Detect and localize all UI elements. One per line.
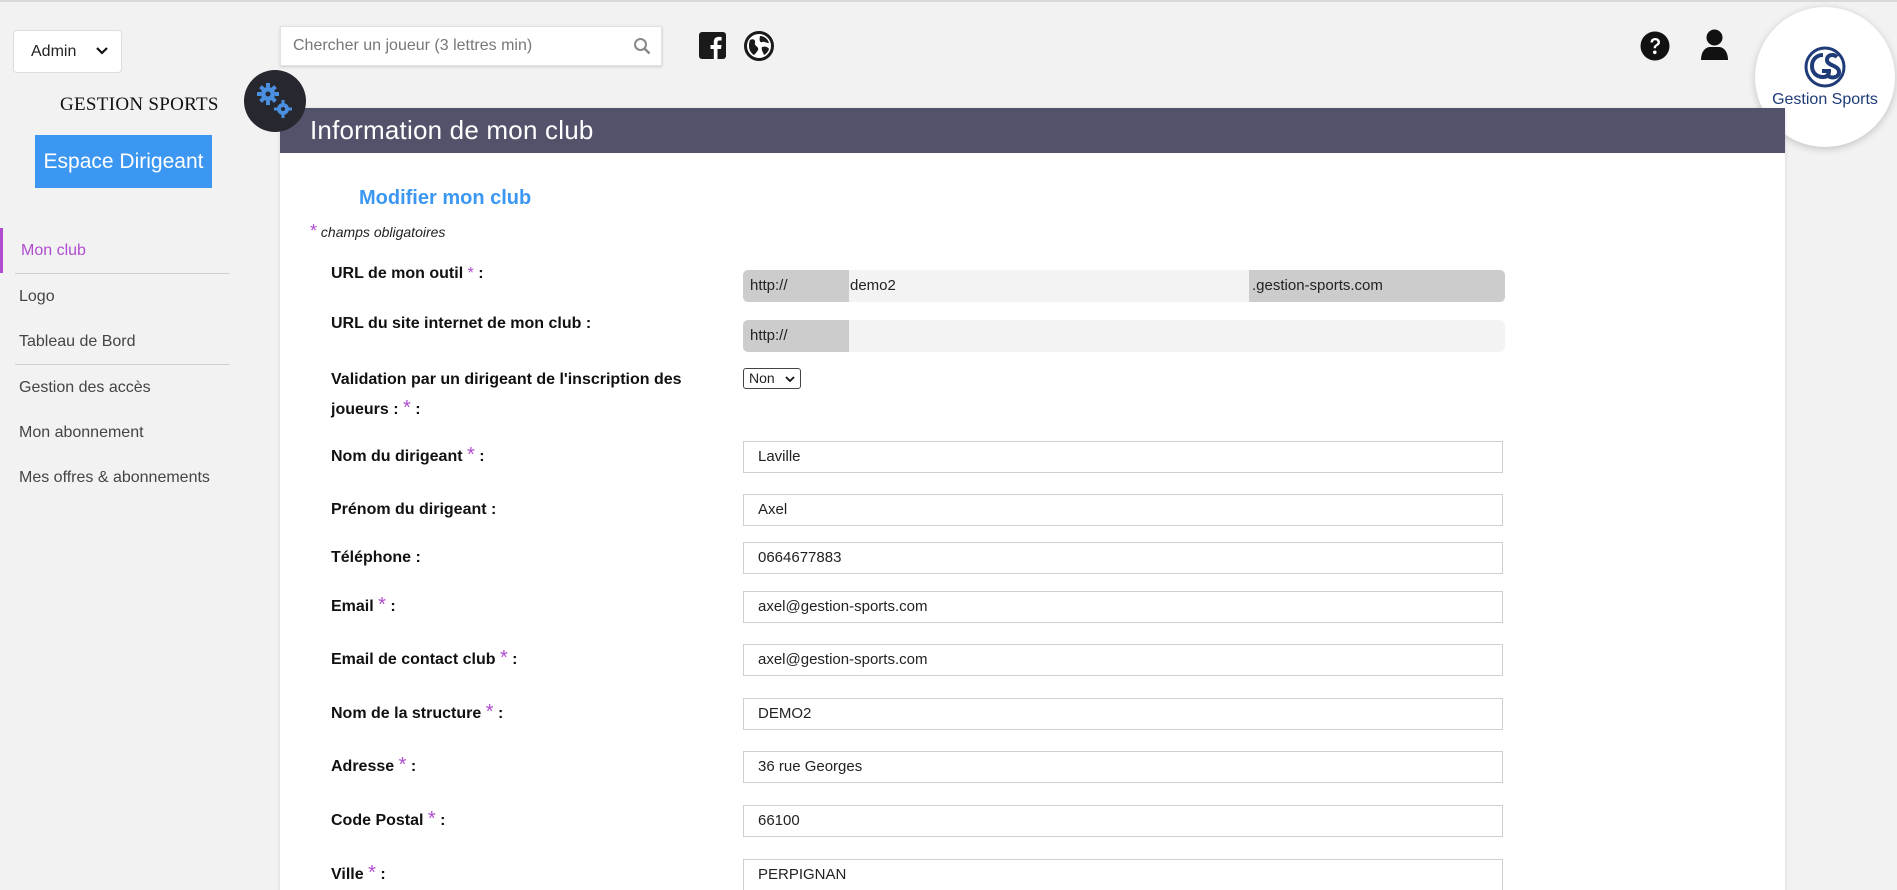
page-title: Information de mon club [280, 108, 1785, 153]
url-suffix: .gestion-sports.com [1249, 270, 1505, 302]
brand-name: GESTION SPORTS [60, 94, 219, 115]
prenom-label: Prénom du dirigeant : [331, 501, 497, 518]
ville-label-text: Ville [331, 866, 364, 883]
chevron-down-icon [95, 44, 109, 61]
nom-label: Nom du dirigeant * : [331, 444, 485, 466]
required-star: * [368, 862, 376, 884]
url-site-input-group: http:// [743, 320, 1505, 352]
logo-text: Gestion Sports [1772, 91, 1878, 108]
adresse-input[interactable]: 36 rue Georges [743, 751, 1503, 783]
search-input[interactable] [281, 37, 621, 55]
validation-label-line2: joueurs : [331, 401, 399, 418]
globe-icon[interactable] [744, 31, 774, 66]
chevron-down-icon [785, 369, 795, 390]
required-star: * [427, 808, 436, 830]
url-site-label: URL du site internet de mon club : [331, 315, 592, 332]
email-label: Email * : [331, 594, 396, 616]
role-select[interactable]: Admin [13, 30, 122, 73]
url-outil-label: URL de mon outil * : [331, 265, 484, 282]
sidebar-item-gestion-acces[interactable]: Gestion des accès [0, 365, 240, 410]
facebook-icon[interactable] [699, 32, 726, 64]
required-star: * [403, 397, 411, 419]
email-input[interactable]: axel@gestion-sports.com [743, 591, 1503, 623]
top-border [0, 0, 1897, 2]
validation-select[interactable]: Non [743, 368, 801, 389]
required-star: * [499, 647, 508, 669]
structure-input[interactable]: DEMO2 [743, 698, 1503, 730]
url-outil-label-text: URL de mon outil [331, 265, 464, 282]
validation-label: Validation par un dirigeant de l'inscrip… [331, 366, 731, 424]
validation-select-value: Non [749, 370, 775, 386]
email-contact-label-text: Email de contact club [331, 651, 496, 668]
url-outil-input[interactable]: demo2 [849, 270, 1249, 302]
espace-dirigeant-button[interactable]: Espace Dirigeant [35, 135, 212, 188]
structure-label-text: Nom de la structure [331, 705, 482, 722]
email-contact-label: Email de contact club * : [331, 647, 518, 669]
email-label-text: Email [331, 598, 374, 615]
nom-input[interactable]: Laville [743, 441, 1503, 473]
sidebar-item-tableau-de-bord[interactable]: Tableau de Bord [0, 319, 240, 364]
required-star: * [378, 594, 386, 616]
url-outil-input-group: http:// demo2 .gestion-sports.com [743, 270, 1505, 302]
telephone-label: Téléphone : [331, 549, 421, 566]
required-fields-note: * champs obligatoires [310, 221, 445, 242]
settings-badge [244, 70, 306, 132]
required-note-text: champs obligatoires [320, 224, 446, 240]
ville-label: Ville * : [331, 862, 386, 884]
email-contact-input[interactable]: axel@gestion-sports.com [743, 644, 1503, 676]
required-star: * [485, 701, 494, 723]
code-postal-label-text: Code Postal [331, 812, 424, 829]
ville-input[interactable]: PERPIGNAN [743, 859, 1503, 890]
required-star: * [310, 221, 318, 241]
sidebar-item-mon-club[interactable]: Mon club [0, 228, 240, 273]
role-select-value: Admin [31, 42, 77, 60]
sidebar-nav: Mon club Logo Tableau de Bord Gestion de… [0, 228, 240, 500]
gs-monogram-icon [1804, 46, 1846, 88]
url-site-input[interactable] [849, 320, 1505, 352]
sidebar-item-mon-abonnement[interactable]: Mon abonnement [0, 410, 240, 455]
user-icon[interactable] [1701, 29, 1728, 66]
required-star: * [467, 444, 475, 466]
adresse-label: Adresse * : [331, 754, 417, 776]
sidebar-item-logo[interactable]: Logo [0, 274, 240, 319]
search-icon[interactable] [633, 37, 651, 60]
required-star: * [398, 754, 407, 776]
help-icon[interactable] [1640, 31, 1670, 66]
validation-label-line1: Validation par un dirigeant de l'inscrip… [331, 371, 682, 388]
sidebar-item-offres-abonnements[interactable]: Mes offres & abonnements [0, 455, 240, 500]
gears-icon [257, 83, 292, 118]
adresse-label-text: Adresse [331, 758, 395, 775]
code-postal-label: Code Postal * : [331, 808, 446, 830]
prenom-input[interactable]: Axel [743, 494, 1503, 526]
club-info-card: Information de mon club Modifier mon clu… [280, 108, 1785, 890]
url-prefix: http:// [743, 320, 849, 352]
structure-label: Nom de la structure * : [331, 701, 504, 723]
required-star: * [467, 265, 474, 282]
url-prefix: http:// [743, 270, 849, 302]
telephone-input[interactable]: 0664677883 [743, 542, 1503, 574]
nom-label-text: Nom du dirigeant [331, 448, 463, 465]
player-search [280, 26, 662, 66]
code-postal-input[interactable]: 66100 [743, 805, 1503, 837]
section-subtitle: Modifier mon club [359, 187, 532, 209]
